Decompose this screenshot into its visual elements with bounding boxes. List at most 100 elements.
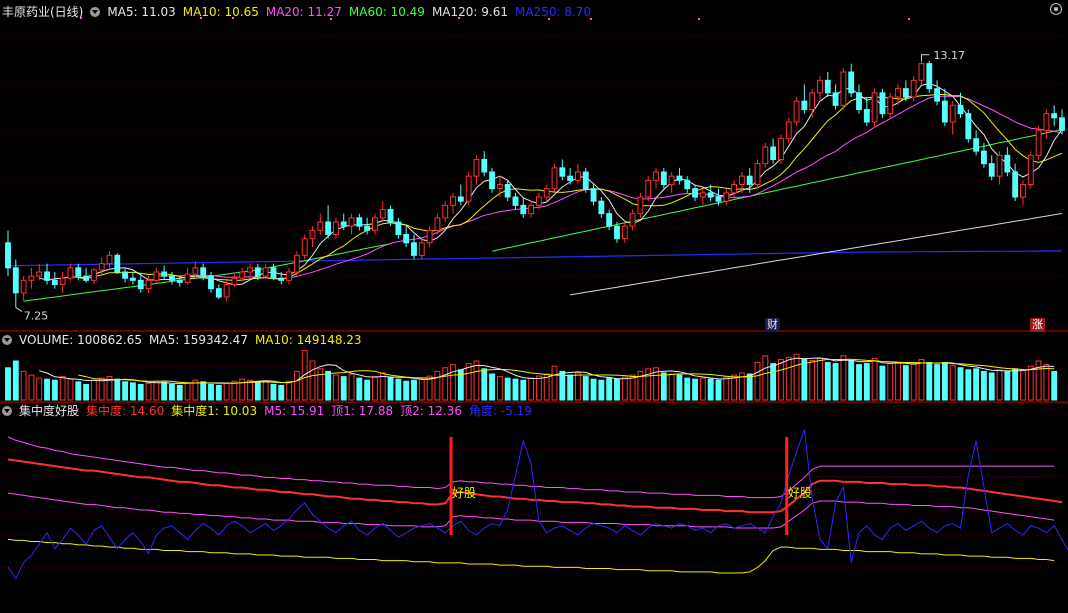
volume-bar bbox=[504, 377, 511, 401]
candle bbox=[879, 92, 886, 115]
candle bbox=[684, 179, 691, 190]
indicator-value-list: 集中度: 14.60 集中度1: 10.03 M5: 15.91 顶1: 17.88 顶… bbox=[86, 404, 539, 418]
indicator-label: 集中度1: 10.03 bbox=[171, 404, 258, 418]
candle bbox=[223, 284, 230, 298]
candle bbox=[496, 184, 503, 190]
volume-bar bbox=[598, 379, 605, 401]
volume-bar bbox=[793, 353, 800, 401]
volume-bar bbox=[215, 384, 222, 401]
candle bbox=[379, 209, 386, 219]
volume-bar bbox=[184, 382, 191, 401]
candle bbox=[239, 271, 246, 279]
candle bbox=[465, 175, 472, 202]
candle bbox=[887, 96, 894, 115]
indicator-label: MA10: 10.65 bbox=[182, 5, 259, 19]
volume-bar bbox=[824, 362, 831, 401]
volume-bar bbox=[293, 370, 300, 401]
volume-bar bbox=[723, 376, 730, 401]
volume-bar bbox=[762, 355, 769, 401]
volume-bar bbox=[325, 370, 332, 401]
volume-bar bbox=[715, 379, 722, 401]
dropdown-icon[interactable] bbox=[2, 335, 12, 345]
candle bbox=[67, 267, 74, 279]
rise-tag[interactable]: 涨 bbox=[1030, 318, 1045, 332]
candle bbox=[941, 100, 948, 123]
candle bbox=[215, 288, 222, 298]
candle bbox=[442, 204, 449, 219]
candle bbox=[90, 269, 97, 281]
volume-bar bbox=[817, 357, 823, 401]
candle bbox=[535, 196, 542, 206]
indicator-label: M5: 15.91 bbox=[264, 404, 325, 418]
volume-bar bbox=[668, 373, 675, 401]
candle bbox=[988, 163, 995, 177]
candle bbox=[965, 113, 972, 140]
volume-bar bbox=[286, 380, 292, 401]
candle bbox=[270, 267, 277, 279]
volume-bar bbox=[301, 350, 308, 401]
volume-bar bbox=[247, 379, 253, 401]
marker-dot bbox=[908, 18, 910, 20]
volume-bar bbox=[51, 379, 58, 401]
settings-gear-icon[interactable] bbox=[1050, 3, 1062, 15]
candle bbox=[785, 121, 792, 140]
candle bbox=[36, 271, 43, 277]
candle bbox=[895, 88, 901, 98]
volume-bar bbox=[535, 375, 542, 401]
candle bbox=[1035, 129, 1042, 156]
candle bbox=[20, 279, 27, 294]
volume-bar bbox=[676, 374, 683, 401]
candle bbox=[129, 277, 136, 281]
candle bbox=[403, 234, 410, 244]
volume-bar bbox=[137, 383, 144, 401]
candle bbox=[75, 267, 82, 277]
volume-bar bbox=[481, 368, 488, 401]
candle bbox=[926, 63, 933, 90]
candle bbox=[637, 196, 644, 215]
candle bbox=[778, 138, 784, 161]
indicator-panel-header: 集中度好股 集中度: 14.60 集中度1: 10.03 M5: 15.91 顶1: 1… bbox=[2, 403, 546, 419]
candle bbox=[871, 92, 878, 123]
volume-bar bbox=[699, 377, 706, 401]
volume-bar bbox=[785, 356, 792, 401]
candle bbox=[1043, 113, 1050, 131]
candle bbox=[457, 196, 464, 202]
candle bbox=[738, 175, 745, 186]
volume-bar bbox=[832, 363, 839, 401]
volume-bar bbox=[512, 378, 519, 401]
volume-bar bbox=[575, 372, 581, 401]
candle bbox=[910, 79, 917, 98]
indicator-label: 顶2: 12.36 bbox=[400, 404, 463, 418]
candle bbox=[746, 175, 753, 186]
volume-bar bbox=[450, 364, 456, 401]
candle bbox=[247, 267, 253, 273]
candle bbox=[28, 275, 35, 281]
candle bbox=[309, 229, 316, 240]
volume-bar bbox=[614, 378, 620, 401]
volume-bar bbox=[973, 368, 980, 401]
finance-tag[interactable]: 财 bbox=[765, 318, 780, 332]
volume-bar bbox=[879, 365, 886, 401]
candle bbox=[598, 200, 605, 215]
candle bbox=[1020, 184, 1026, 198]
volume-bar bbox=[356, 377, 363, 401]
indicator-label: MA250: 8.70 bbox=[514, 5, 592, 19]
candle bbox=[176, 279, 183, 283]
candle bbox=[863, 109, 870, 123]
candle bbox=[153, 271, 160, 281]
dropdown-icon[interactable] bbox=[2, 406, 12, 416]
volume-bar bbox=[200, 381, 207, 401]
candle bbox=[957, 104, 964, 115]
candle bbox=[793, 100, 800, 123]
indicator-label: MA5: 11.03 bbox=[107, 5, 176, 19]
volume-bar bbox=[489, 373, 495, 401]
volume-panel-header: VOLUME: 100862.65 MA5: 159342.47 MA10: 149… bbox=[2, 332, 376, 348]
volume-bar bbox=[621, 376, 628, 401]
candle bbox=[996, 154, 1003, 177]
candle bbox=[192, 267, 199, 275]
volume-bar bbox=[1051, 370, 1058, 401]
dropdown-icon[interactable] bbox=[90, 7, 101, 17]
volume-bar bbox=[496, 376, 503, 401]
candle bbox=[426, 229, 433, 244]
volume-bar bbox=[926, 362, 933, 401]
